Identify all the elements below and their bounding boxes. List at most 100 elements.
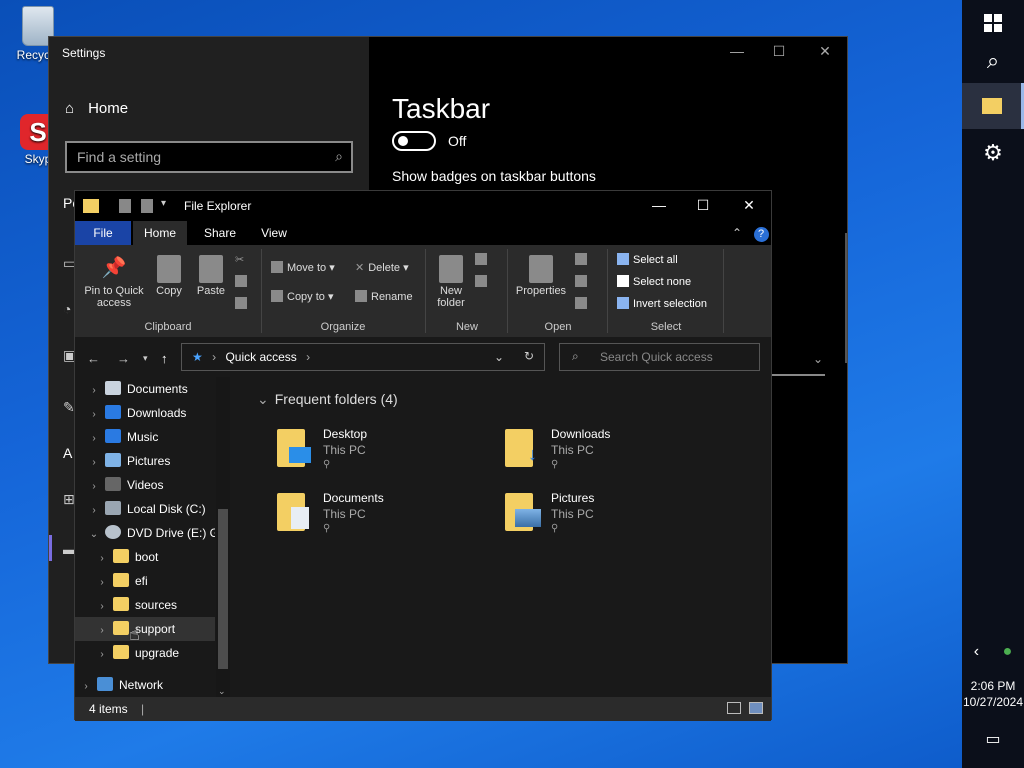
chevron-right-icon[interactable]: ›: [87, 403, 101, 425]
properties-button[interactable]: Properties: [513, 255, 569, 297]
pin-to-quick-access-button[interactable]: 📌 Pin to Quick access: [81, 255, 147, 309]
back-arrow-icon[interactable]: ←: [87, 351, 100, 366]
move-to-button[interactable]: Move to ▾: [271, 261, 335, 274]
chevron-right-icon[interactable]: ›: [95, 547, 109, 569]
copy-to-button[interactable]: Copy to ▾: [271, 290, 334, 303]
chevron-down-icon[interactable]: ⌄: [87, 523, 101, 545]
chevron-right-icon[interactable]: ›: [79, 675, 93, 697]
tab-share[interactable]: Share: [197, 221, 243, 245]
start-icon[interactable]: ⊞: [63, 491, 75, 508]
properties-icon[interactable]: [119, 199, 131, 213]
chevron-right-icon[interactable]: ›: [95, 643, 109, 665]
settings-dropdown[interactable]: ⌄: [769, 346, 825, 376]
new-folder-button[interactable]: New folder: [431, 255, 471, 309]
close-button[interactable]: ✕: [815, 43, 835, 60]
nav-item-videos[interactable]: › Videos: [75, 473, 215, 497]
tab-view[interactable]: View: [251, 221, 297, 245]
new-folder-icon[interactable]: [141, 199, 153, 213]
frequent-folders-header[interactable]: ⌄ Frequent folders (4): [257, 391, 398, 408]
details-view-icon[interactable]: [727, 702, 741, 714]
copy-button[interactable]: Copy: [153, 255, 185, 297]
nav-item-network[interactable]: › Network: [75, 673, 215, 697]
paste-shortcut-icon[interactable]: [235, 297, 251, 310]
maximize-button[interactable]: ☐: [693, 197, 713, 214]
tab-home[interactable]: Home: [133, 221, 187, 245]
maximize-button[interactable]: ☐: [769, 43, 789, 60]
search-input[interactable]: ⌕ Search Quick access: [559, 343, 760, 371]
collapse-ribbon-icon[interactable]: ⌃: [727, 221, 747, 245]
chevron-left-icon[interactable]: ‹: [974, 643, 979, 661]
chevron-right-icon[interactable]: ›: [87, 499, 101, 521]
tab-file[interactable]: File: [75, 221, 131, 245]
edit-icon[interactable]: [575, 275, 591, 288]
chevron-right-icon[interactable]: ›: [95, 595, 109, 617]
up-arrow-icon[interactable]: ↑: [161, 351, 168, 366]
themes-icon[interactable]: ✎: [63, 399, 75, 416]
invert-selection-icon: [617, 297, 629, 309]
open-icon[interactable]: [575, 253, 591, 266]
clock[interactable]: 2:06 PM 10/27/2024: [962, 678, 1024, 710]
chevron-right-icon[interactable]: ›: [87, 379, 101, 401]
delete-button[interactable]: ✕ Delete ▾: [355, 261, 409, 274]
minimize-button[interactable]: —: [649, 197, 669, 213]
user-icon[interactable]: ●: [1003, 643, 1013, 661]
nav-item-efi[interactable]: › efi: [75, 569, 215, 593]
explorer-titlebar[interactable]: ▾ File Explorer — ☐ ✕: [75, 191, 771, 221]
forward-arrow-icon[interactable]: →: [117, 351, 130, 366]
chevron-right-icon[interactable]: ›: [95, 571, 109, 593]
nav-item-upgrade[interactable]: › upgrade: [75, 641, 215, 665]
folder-tile-desktop[interactable]: Desktop This PC ⚲: [277, 427, 497, 483]
action-center-button[interactable]: ▭: [962, 716, 1024, 762]
settings-search-input[interactable]: Find a setting ⌕: [65, 141, 353, 173]
settings-home-link[interactable]: ⌂ Home: [65, 100, 128, 117]
settings-scrollbar[interactable]: [845, 233, 847, 363]
minimize-button[interactable]: —: [727, 43, 747, 59]
recent-locations-icon[interactable]: ▾: [143, 353, 148, 364]
nav-item-support[interactable]: › support: [75, 617, 215, 641]
invert-selection-button[interactable]: Invert selection: [617, 297, 707, 310]
paste-button[interactable]: Paste: [193, 255, 229, 297]
folder-tile-downloads[interactable]: ↓ Downloads This PC ⚲: [505, 427, 725, 483]
nav-item-boot[interactable]: › boot: [75, 545, 215, 569]
scrollbar-thumb[interactable]: [218, 509, 228, 669]
mouse-cursor-icon: ☝: [129, 624, 140, 644]
new-item-icon[interactable]: [475, 253, 491, 266]
copy-path-icon[interactable]: [235, 275, 251, 288]
nav-item-downloads[interactable]: › Downloads: [75, 401, 215, 425]
select-none-button[interactable]: Select none: [617, 275, 691, 288]
taskbar-settings[interactable]: ⚙: [962, 130, 1024, 176]
badges-toggle[interactable]: [392, 131, 436, 151]
nav-scrollbar[interactable]: ⌄: [216, 377, 230, 699]
folder-tile-pictures[interactable]: Pictures This PC ⚲: [505, 491, 725, 547]
nav-item-sources[interactable]: › sources: [75, 593, 215, 617]
nav-item-music[interactable]: › Music: [75, 425, 215, 449]
chevron-right-icon[interactable]: ›: [87, 451, 101, 473]
help-icon[interactable]: ?: [751, 221, 771, 245]
taskbar-file-explorer[interactable]: [962, 83, 1024, 129]
search-button[interactable]: ⌕: [962, 38, 1024, 84]
chevron-right-icon[interactable]: ›: [87, 427, 101, 449]
fonts-icon[interactable]: A: [63, 445, 72, 461]
rename-button[interactable]: Rename: [355, 290, 413, 303]
scroll-down-icon[interactable]: ⌄: [218, 686, 226, 697]
address-bar[interactable]: ★ › Quick access › ⌄ ↻: [181, 343, 545, 371]
palette-icon[interactable]: ◔: [63, 301, 71, 317]
breadcrumb-quick-access[interactable]: Quick access: [225, 350, 296, 364]
nav-item-pictures[interactable]: › Pictures: [75, 449, 215, 473]
nav-item-dvd-drive[interactable]: ⌄ DVD Drive (E:) G:: [75, 521, 215, 545]
chevron-right-icon[interactable]: ›: [87, 475, 101, 497]
close-button[interactable]: ✕: [739, 197, 759, 214]
refresh-icon[interactable]: ↻: [524, 349, 534, 363]
large-icons-view-icon[interactable]: [749, 702, 763, 714]
folder-tile-documents[interactable]: Documents This PC ⚲: [277, 491, 497, 547]
select-all-button[interactable]: Select all: [617, 253, 678, 266]
easy-access-icon[interactable]: [475, 275, 491, 288]
customize-toolbar-icon[interactable]: ▾: [161, 198, 166, 214]
nav-item-local-disk[interactable]: › Local Disk (C:): [75, 497, 215, 521]
music-icon: [105, 429, 121, 443]
cut-icon[interactable]: ✂: [235, 253, 244, 266]
nav-item-documents[interactable]: › Documents: [75, 377, 215, 401]
chevron-right-icon[interactable]: ›: [95, 619, 109, 641]
chevron-down-icon[interactable]: ⌄: [494, 350, 504, 364]
history-icon[interactable]: [575, 297, 591, 310]
